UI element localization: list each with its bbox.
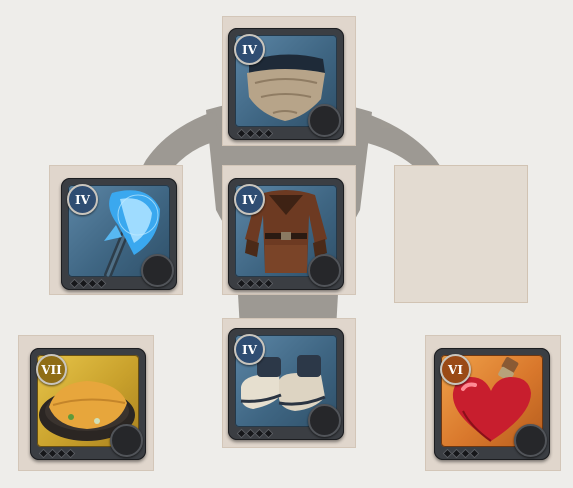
equipment-panel: IV IV IV VII IV VI: [0, 0, 573, 488]
tier-badge: IV: [67, 184, 98, 215]
tier-badge: IV: [234, 184, 265, 215]
quality-indicator: [141, 254, 174, 287]
offhand-slot-empty[interactable]: [394, 165, 528, 303]
quality-indicator: [110, 424, 143, 457]
quality-indicator: [308, 254, 341, 287]
shoes-item[interactable]: IV: [228, 328, 344, 440]
potion-item[interactable]: VI: [434, 348, 550, 460]
enchant-indicator: [69, 278, 107, 289]
mainhand-item[interactable]: IV: [61, 178, 177, 290]
tier-badge: IV: [234, 34, 265, 65]
food-item[interactable]: VII: [30, 348, 146, 460]
quality-indicator: [308, 104, 341, 137]
enchant-indicator: [236, 428, 274, 439]
head-item[interactable]: IV: [228, 28, 344, 140]
tier-badge: IV: [234, 334, 265, 365]
enchant-indicator: [236, 128, 274, 139]
enchant-indicator: [38, 448, 76, 459]
tier-badge: VI: [440, 354, 471, 385]
enchant-indicator: [236, 278, 274, 289]
quality-indicator: [308, 404, 341, 437]
quality-indicator: [514, 424, 547, 457]
enchant-indicator: [442, 448, 480, 459]
armor-item[interactable]: IV: [228, 178, 344, 290]
tier-badge: VII: [36, 354, 67, 385]
